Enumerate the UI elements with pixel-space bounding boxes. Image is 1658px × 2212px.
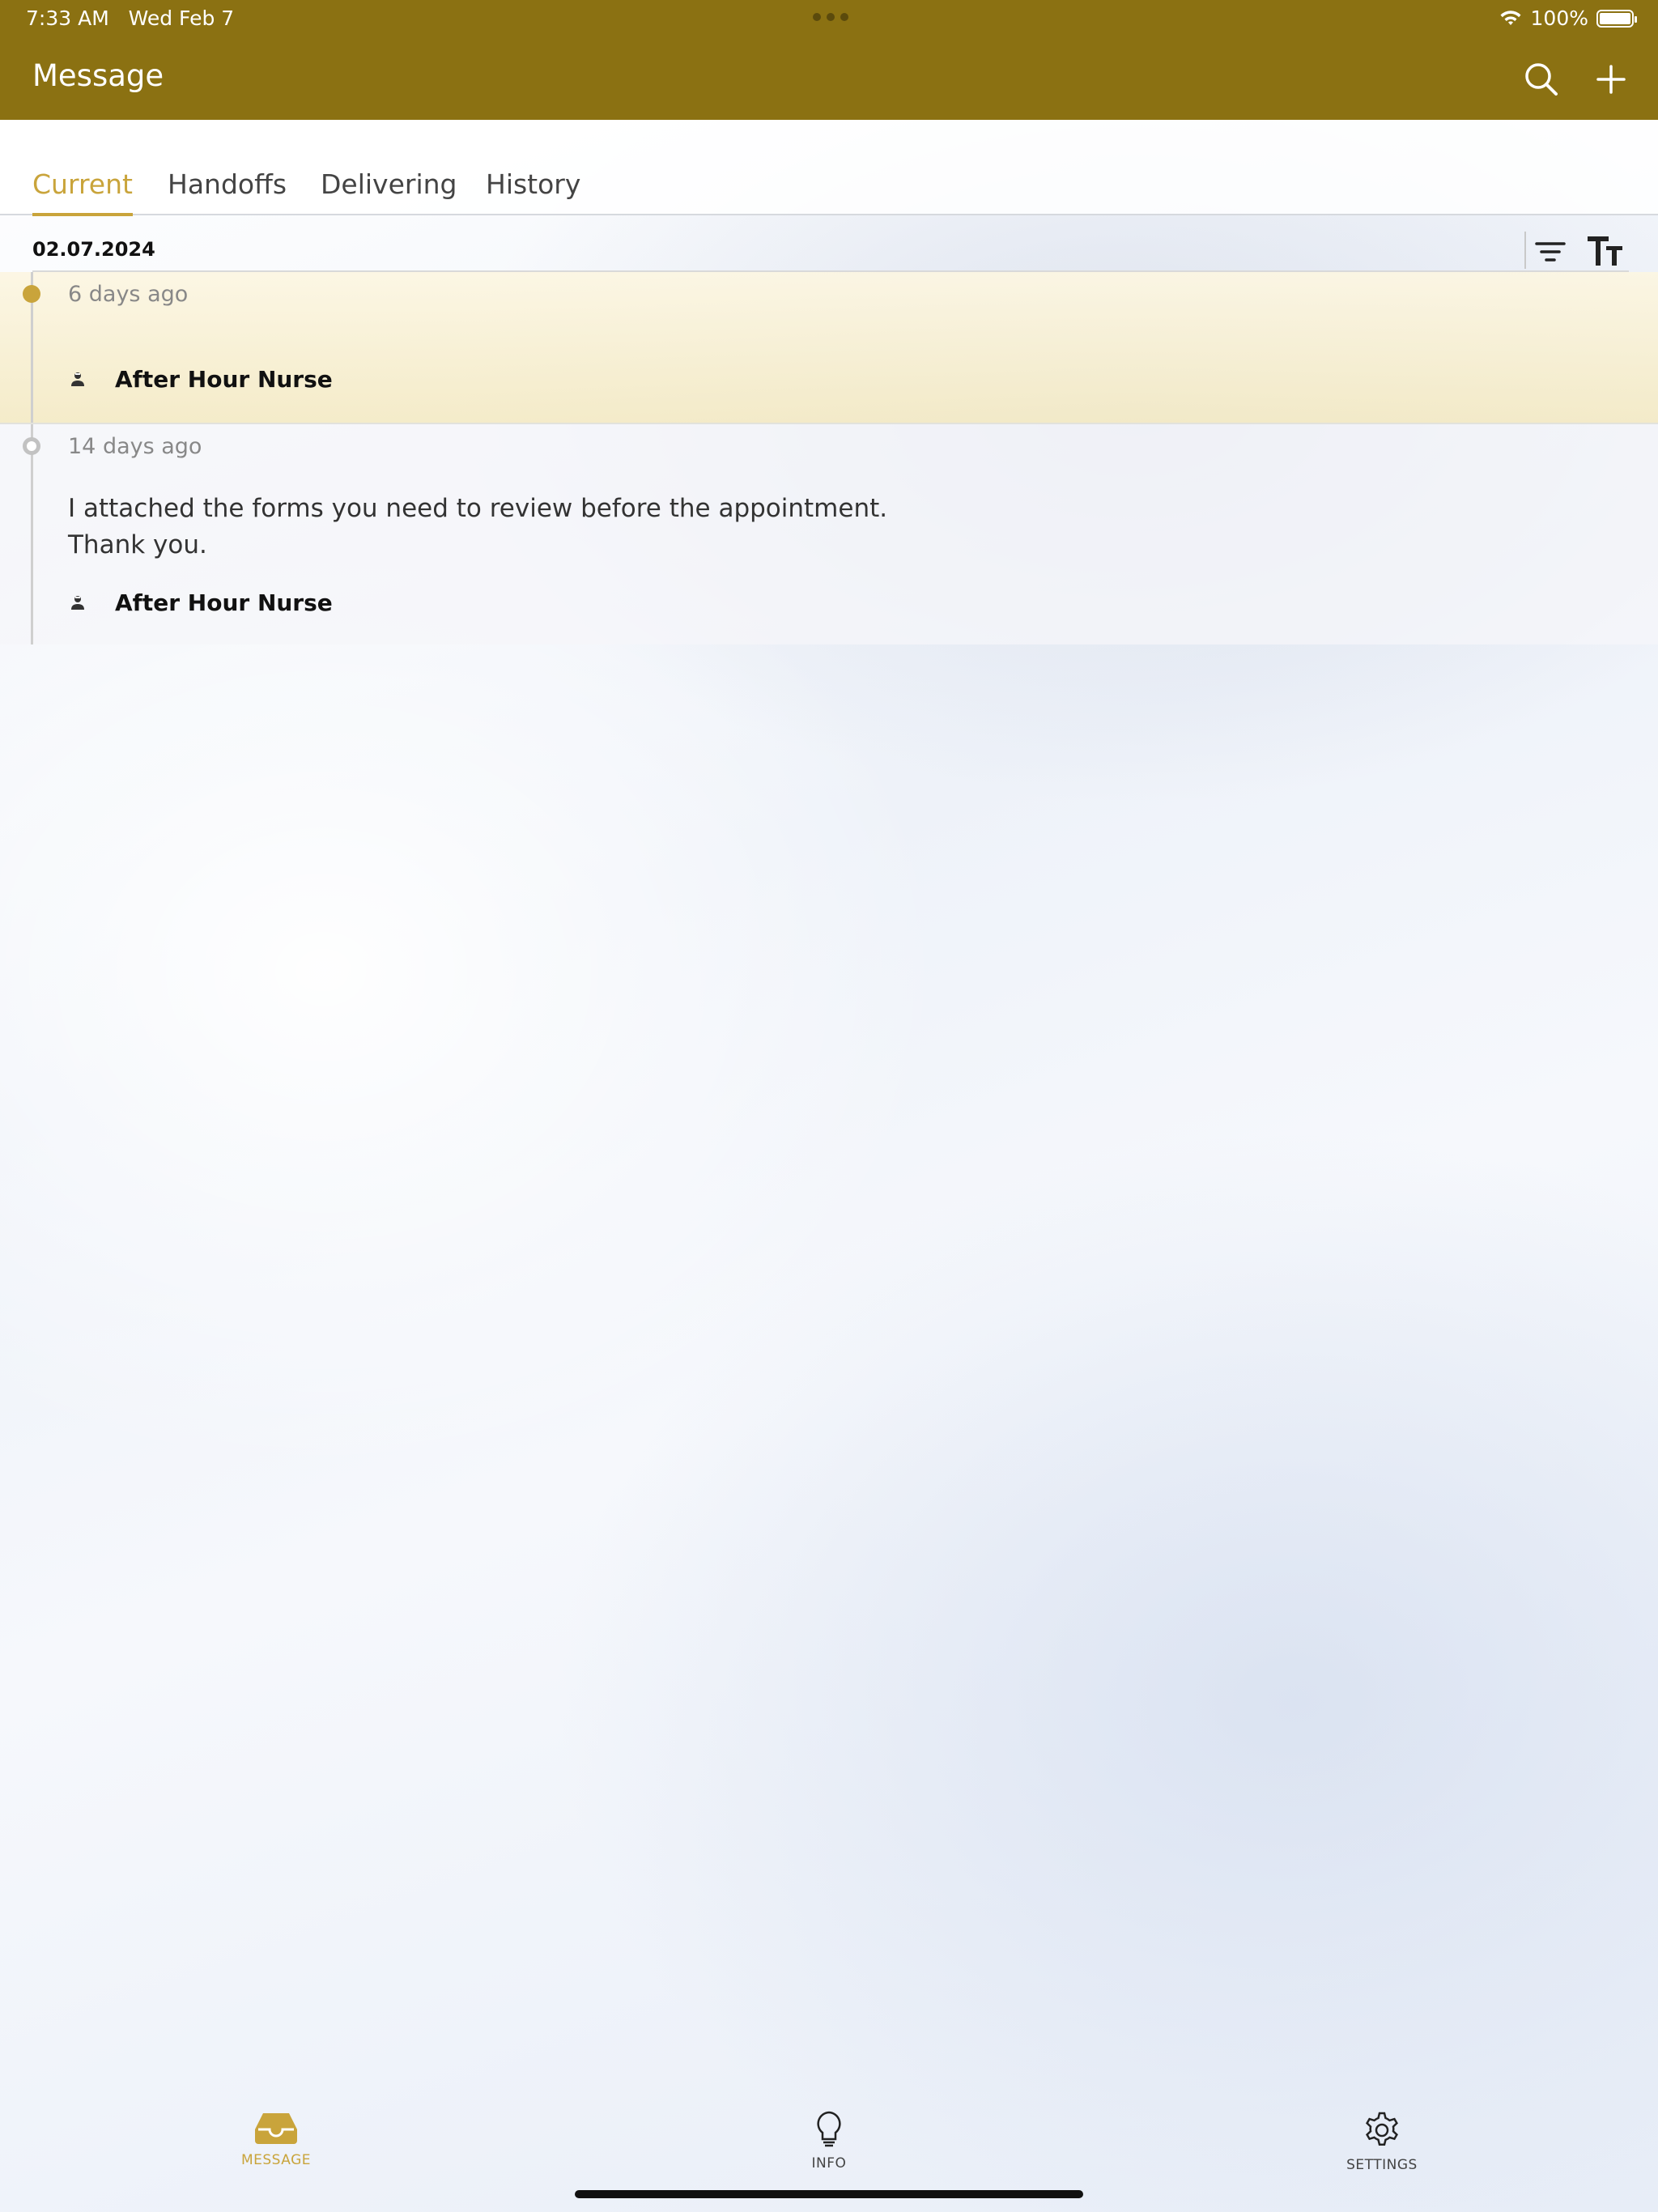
message-item[interactable]: 14 days ago I attached the forms you nee… — [0, 424, 1658, 644]
tab-handoffs[interactable]: Handoffs — [168, 168, 287, 213]
sender-name: After Hour Nurse — [115, 589, 333, 616]
unread-indicator — [23, 285, 40, 303]
tabbar-settings[interactable]: SETTINGS — [1301, 2089, 1463, 2178]
battery-icon — [1596, 9, 1637, 28]
tab-current[interactable]: Current — [32, 168, 133, 216]
tab-delivering[interactable]: Delivering — [321, 168, 457, 213]
message-sender: After Hour Nurse — [68, 589, 333, 616]
search-button[interactable] — [1519, 57, 1564, 102]
sender-name: After Hour Nurse — [115, 366, 333, 393]
read-indicator — [23, 437, 40, 455]
status-time: 7:33 AM Wed Feb 7 — [26, 6, 235, 30]
gear-icon — [1366, 2112, 1398, 2146]
page-title: Message — [32, 58, 164, 93]
tabbar-label: INFO — [811, 2155, 847, 2172]
tabbar-label: SETTINGS — [1346, 2157, 1418, 2173]
home-indicator[interactable] — [575, 2190, 1083, 2198]
add-message-button[interactable] — [1588, 57, 1634, 102]
message-time: 6 days ago — [68, 282, 189, 307]
nurse-icon — [71, 372, 84, 386]
tab-history[interactable]: History — [486, 168, 580, 213]
nurse-icon — [71, 595, 84, 610]
filter-button[interactable] — [1530, 232, 1571, 272]
battery-fill — [1600, 12, 1630, 24]
text-size-icon — [1588, 236, 1622, 266]
lightbulb-icon — [817, 2111, 841, 2147]
filter-icon — [1535, 242, 1566, 262]
message-item[interactable]: 6 days ago After Hour Nurse — [0, 272, 1658, 424]
navigation-bar: Message — [0, 39, 1658, 120]
multitasking-dots-icon[interactable] — [813, 13, 848, 21]
tabbar-label: MESSAGE — [240, 2152, 312, 2168]
inbox-icon — [255, 2113, 297, 2144]
tabbar-message[interactable]: MESSAGE — [195, 2089, 357, 2178]
message-body: I attached the forms you need to review … — [68, 494, 888, 559]
plus-icon — [1596, 65, 1626, 94]
tabbar-info[interactable]: INFO — [748, 2089, 910, 2178]
text-size-button[interactable] — [1585, 232, 1626, 272]
wifi-icon — [1500, 10, 1521, 25]
message-sender: After Hour Nurse — [68, 366, 333, 393]
battery-percent: 100% — [1530, 6, 1588, 30]
timeline-line — [31, 424, 33, 644]
status-indicators: 100% — [1499, 6, 1637, 30]
message-time: 14 days ago — [68, 434, 202, 459]
message-tabs: Current Handoffs Delivering History — [0, 120, 1658, 216]
toolbar-divider — [1524, 232, 1526, 269]
status-bar: 7:33 AM Wed Feb 7 100% — [0, 0, 1658, 39]
search-icon — [1525, 63, 1558, 96]
date-header: 02.07.2024 — [0, 215, 1658, 272]
date-label: 02.07.2024 — [32, 238, 155, 261]
